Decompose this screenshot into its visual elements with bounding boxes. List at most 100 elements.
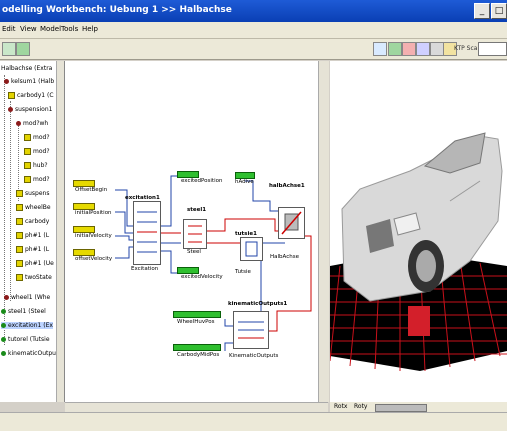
halb-block[interactable] bbox=[278, 207, 305, 239]
link bbox=[205, 218, 285, 232]
link bbox=[115, 235, 135, 241]
grid-tool-icon[interactable] bbox=[2, 42, 16, 56]
tree-item[interactable]: mod? bbox=[24, 148, 50, 155]
tree-item[interactable]: hub? bbox=[24, 162, 48, 169]
input-port[interactable] bbox=[73, 249, 95, 256]
tree-item[interactable]: ph#1 (L bbox=[16, 246, 49, 253]
signal-port[interactable] bbox=[235, 172, 255, 179]
component-dot-icon bbox=[24, 176, 31, 183]
tree-item-selected[interactable]: excitation1 (Ex bbox=[1, 322, 53, 329]
tree-item[interactable]: carbody1 (C bbox=[8, 92, 54, 99]
input-label: initialPosition bbox=[75, 210, 112, 216]
link bbox=[265, 235, 312, 332]
menu-edit[interactable]: Edit bbox=[2, 25, 16, 33]
component-dot-icon bbox=[24, 162, 31, 169]
model-dot-icon bbox=[16, 121, 21, 126]
tutsie-label: Tutsie bbox=[235, 269, 251, 275]
input-port[interactable] bbox=[73, 180, 95, 187]
minimize-button[interactable]: _ bbox=[474, 3, 490, 19]
tree-item[interactable]: suspension1 bbox=[8, 106, 52, 113]
tutsie-block[interactable] bbox=[240, 237, 263, 261]
component-dot-icon bbox=[1, 309, 6, 314]
rotation-slider[interactable] bbox=[375, 404, 427, 412]
link bbox=[224, 342, 233, 351]
component-dot-icon bbox=[16, 274, 23, 281]
tree-item[interactable]: carbody bbox=[16, 218, 49, 225]
menu-tools[interactable]: Tools bbox=[61, 25, 78, 33]
model-tree: Halbachse (Extra kelsum1 (Halb carbody1 … bbox=[0, 61, 65, 402]
tree-line bbox=[4, 75, 5, 345]
view-controls: Rotx Roty bbox=[330, 402, 507, 412]
maximize-button[interactable]: □ bbox=[491, 3, 507, 19]
input-port[interactable] bbox=[73, 203, 95, 210]
tree-scrollbar[interactable] bbox=[56, 61, 64, 402]
3d-view[interactable] bbox=[330, 61, 507, 402]
signal-label: hAdive bbox=[235, 179, 254, 185]
diagram-canvas[interactable]: OffsetBegin initialPosition initialVeloc… bbox=[65, 61, 328, 402]
tree-item[interactable]: mod?wh bbox=[16, 120, 48, 127]
signal-port[interactable] bbox=[173, 344, 221, 351]
stop-tool-icon[interactable] bbox=[402, 42, 416, 56]
tree-item[interactable]: mod? bbox=[24, 176, 50, 183]
view-tool-icon[interactable] bbox=[373, 42, 387, 56]
tree-line bbox=[10, 101, 11, 301]
export-tool-icon[interactable] bbox=[430, 42, 444, 56]
tree-item[interactable]: ph#1 (Ue bbox=[16, 260, 54, 267]
signal-label: CarbodyMidPos bbox=[177, 352, 220, 358]
kin-label: KinematicOutputs bbox=[229, 353, 279, 359]
tree-item[interactable]: steel1 (Steel bbox=[1, 308, 46, 315]
signal-label: excitedVelocity bbox=[181, 274, 223, 280]
tree-item[interactable]: kelsum1 (Halb bbox=[4, 78, 54, 85]
tree-line bbox=[18, 121, 19, 201]
input-label: offsetVelocity bbox=[75, 256, 113, 262]
rotx-control[interactable]: Rotx bbox=[334, 403, 347, 410]
component-dot-icon bbox=[16, 204, 23, 211]
tree-item[interactable]: wheel1 (Whe bbox=[4, 294, 50, 301]
record-tool-icon[interactable] bbox=[416, 42, 430, 56]
spring-icon bbox=[188, 225, 202, 243]
component-dot-icon bbox=[16, 246, 23, 253]
axle-icon bbox=[281, 211, 302, 235]
kin-block[interactable] bbox=[233, 311, 269, 349]
tire-icon bbox=[245, 241, 258, 257]
signal-port[interactable] bbox=[173, 311, 221, 318]
steel-block[interactable] bbox=[183, 219, 207, 249]
rim bbox=[416, 250, 436, 282]
diagram-vscroll[interactable] bbox=[318, 61, 329, 402]
tree-item[interactable]: ph#1 (L bbox=[16, 232, 49, 239]
menu-model[interactable]: Model bbox=[40, 25, 61, 33]
model-dot-icon bbox=[4, 295, 9, 300]
tree-item[interactable]: Halbachse (Extra bbox=[1, 65, 52, 72]
tree-item[interactable]: kinematicOutputs bbox=[1, 350, 61, 357]
menu-view[interactable]: View bbox=[20, 25, 37, 33]
input-port[interactable] bbox=[73, 226, 95, 233]
signal-port[interactable] bbox=[177, 171, 199, 178]
toolbar: KTP Scale bbox=[0, 39, 507, 60]
component-dot-icon bbox=[16, 190, 23, 197]
title-bar: odelling Workbench: Uebung 1 >> Halbachs… bbox=[0, 0, 507, 22]
tree-item[interactable]: mod? bbox=[24, 134, 50, 141]
link bbox=[115, 246, 135, 259]
component-dot-icon bbox=[8, 92, 15, 99]
steel-label: Steel bbox=[187, 249, 201, 255]
tree-item[interactable]: wheelBe bbox=[16, 204, 51, 211]
excitation-block[interactable] bbox=[133, 201, 161, 265]
scale-input[interactable] bbox=[478, 42, 507, 56]
signal-port[interactable] bbox=[177, 267, 199, 274]
roty-control[interactable]: Roty bbox=[354, 403, 367, 410]
tree-item[interactable]: suspens bbox=[16, 190, 49, 197]
component-dot-icon bbox=[24, 148, 31, 155]
signal-label: WheelHuvPos bbox=[177, 319, 215, 325]
vehicle-render bbox=[330, 132, 507, 372]
outputs-icon bbox=[238, 321, 264, 339]
diagram-hscroll[interactable] bbox=[65, 402, 328, 412]
menu-help[interactable]: Help bbox=[82, 25, 98, 33]
signal-label: excitedPosition bbox=[181, 178, 223, 184]
model-dot-icon bbox=[4, 79, 9, 84]
menu-bar: Edit View Model Tools Help bbox=[0, 22, 507, 39]
check-tool-icon[interactable] bbox=[388, 42, 402, 56]
tree-item[interactable]: twoState bbox=[16, 274, 52, 281]
component-dot-icon bbox=[1, 351, 6, 356]
tree-item[interactable]: tutorel (Tutsie bbox=[1, 336, 50, 343]
model-tool-icon[interactable] bbox=[16, 42, 30, 56]
